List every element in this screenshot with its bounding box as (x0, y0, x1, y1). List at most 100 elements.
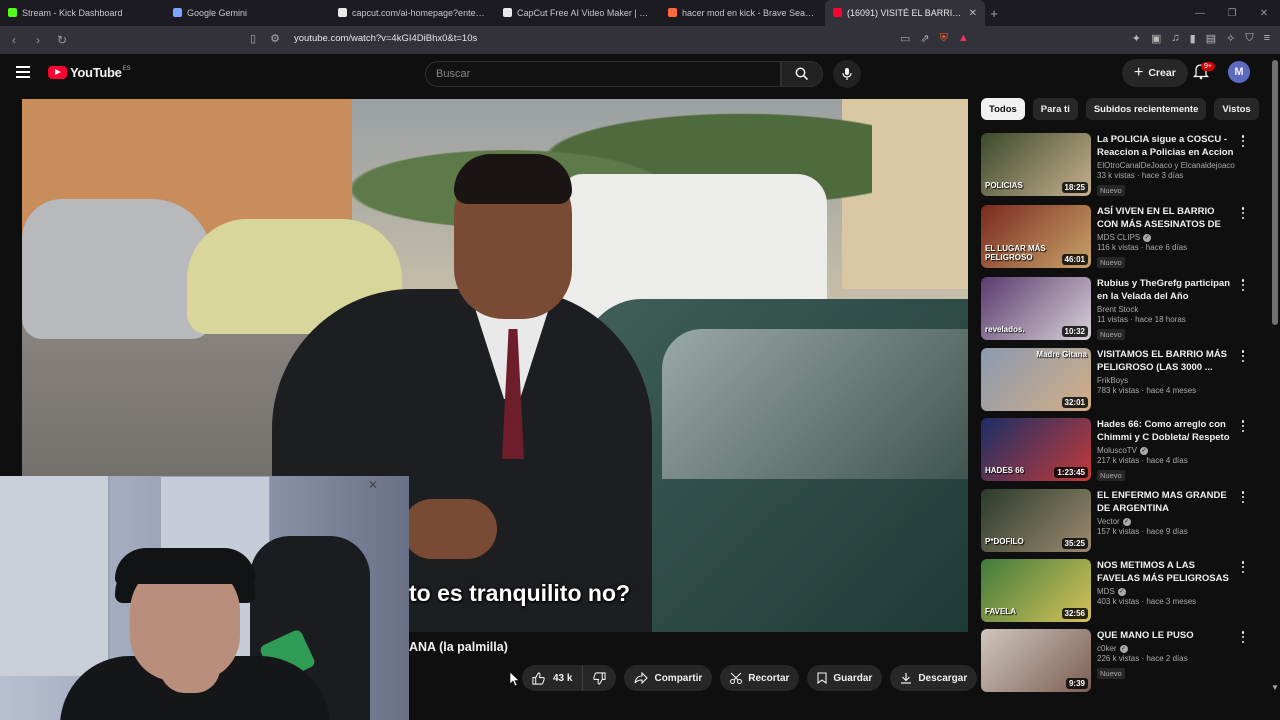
avatar[interactable]: M (1228, 61, 1250, 83)
clip-button[interactable]: Recortar (720, 665, 800, 691)
recommended-video[interactable]: HADES 66 1:23:45 Hades 66: Como arreglo co… (981, 418, 1251, 484)
recommended-video[interactable]: Madre Gitana 32:01 VISITAMOS EL BARRIO MÁS… (981, 348, 1251, 414)
wallet-icon[interactable]: ▤ (1206, 32, 1216, 45)
channel-name[interactable]: c0ker (1097, 644, 1117, 653)
cast-icon[interactable]: ▭ (900, 32, 910, 45)
more-vertical-icon[interactable] (1239, 135, 1247, 147)
more-vertical-icon[interactable] (1239, 561, 1247, 573)
hamburger-menu-icon[interactable] (16, 66, 30, 78)
browser-tab[interactable]: hacer mod en kick - Brave Search (660, 0, 825, 26)
more-vertical-icon[interactable] (1239, 420, 1247, 432)
bookmark-icon[interactable]: ▯ (250, 32, 256, 45)
create-button[interactable]: + Crear (1122, 59, 1188, 87)
video-title[interactable]: VISITAMOS EL BARRIO MÁS PELIGROSO (LAS 3… (1097, 348, 1235, 374)
close-window-icon[interactable]: ✕ (1248, 0, 1280, 26)
mouse-cursor-icon (510, 672, 520, 686)
recommended-video[interactable]: 9:39 QUE MANO LE PUSO c0ker ✓ 226 k vistas ·… (981, 629, 1251, 695)
recommended-video[interactable]: P*DOFILO 35:25 EL ENFERMO MAS GRANDE DE AR… (981, 489, 1251, 555)
search-button[interactable] (781, 61, 823, 87)
new-badge: Nuevo (1097, 470, 1125, 481)
more-vertical-icon[interactable] (1239, 491, 1247, 503)
browser-tab[interactable]: capcut.com/ai-homepage?enter_fro (330, 0, 495, 26)
channel-name[interactable]: Vector (1097, 517, 1120, 526)
new-tab-button[interactable]: + (985, 6, 1003, 21)
share-button[interactable]: Compartir (624, 665, 713, 691)
scroll-down-arrow-icon[interactable]: ▼ (1271, 683, 1279, 692)
video-thumbnail[interactable]: POLICIAS 18:25 (981, 133, 1091, 196)
video-thumbnail[interactable]: EL LUGAR MÁS PELIGROSO 46:01 (981, 205, 1091, 268)
video-title[interactable]: ASÍ VIVEN EN EL BARRIO CON MÁS ASESINATO… (1097, 205, 1235, 231)
music-icon[interactable]: ♫ (1171, 32, 1179, 45)
sidebar-toggle-icon[interactable]: ▮ (1190, 32, 1196, 45)
recommended-video[interactable]: POLICIAS 18:25 La POLICIA sigue a COSCU - … (981, 133, 1251, 199)
browser-tab[interactable]: (16091) VISITÉ EL BARRIO MÁ ✕ (825, 0, 985, 26)
download-label: Descargar (918, 672, 968, 684)
video-title[interactable]: QUE MANO LE PUSO (1097, 629, 1235, 642)
filter-chip[interactable]: Vistos (1214, 98, 1259, 120)
duration-badge: 32:01 (1061, 397, 1088, 408)
extension-icon[interactable]: ✦ (1132, 32, 1141, 45)
channel-name[interactable]: FrikBoys (1097, 376, 1128, 385)
filter-chip[interactable]: Todos (981, 98, 1025, 120)
recommended-video[interactable]: revelados. 10:32 Rubius y TheGrefg partici… (981, 277, 1251, 343)
search-icon (795, 67, 809, 81)
screenshot-icon[interactable]: ▣ (1151, 32, 1161, 45)
leo-ai-icon[interactable]: ✧ (1226, 32, 1235, 45)
browser-tab[interactable]: Google Gemini (165, 0, 330, 26)
url-field[interactable]: youtube.com/watch?v=4kGI4DiBhx0&t=10s (294, 33, 477, 44)
vpn-icon[interactable]: ⛉ (1245, 32, 1253, 45)
recommended-video[interactable]: FAVELA 32:56 NOS METIMOS A LAS FAVELAS MÁS… (981, 559, 1251, 625)
video-thumbnail[interactable]: P*DOFILO 35:25 (981, 489, 1091, 552)
save-button[interactable]: Guardar (807, 665, 883, 691)
video-info: EL ENFERMO MAS GRANDE DE ARGENTINA Vector… (1097, 489, 1235, 536)
duration-badge: 18:25 (1061, 182, 1088, 193)
video-thumbnail[interactable]: FAVELA 32:56 (981, 559, 1091, 622)
search-input[interactable] (436, 62, 780, 86)
channel-name[interactable]: MDS CLIPS (1097, 233, 1140, 242)
brave-shield-icon[interactable]: ⛨ (940, 32, 948, 45)
dislike-button[interactable] (583, 665, 616, 691)
back-icon[interactable]: ‹ (4, 30, 24, 50)
video-title[interactable]: EL ENFERMO MAS GRANDE DE ARGENTINA (1097, 489, 1235, 515)
voice-search-button[interactable] (833, 60, 861, 88)
video-title[interactable]: Hades 66: Como arreglo con Chimmi y C Do… (1097, 418, 1235, 444)
thumbnail-text: POLICIAS (985, 181, 1023, 190)
site-settings-icon[interactable]: ⚙ (270, 32, 280, 45)
share-page-icon[interactable]: ⇗ (920, 32, 929, 45)
forward-icon[interactable]: › (28, 30, 48, 50)
more-vertical-icon[interactable] (1239, 207, 1247, 219)
filter-chip[interactable]: Para ti (1032, 98, 1078, 120)
verified-check-icon: ✓ (1119, 644, 1128, 653)
download-button[interactable]: Descargar (890, 665, 978, 691)
more-vertical-icon[interactable] (1239, 279, 1247, 291)
channel-name[interactable]: MDS (1097, 587, 1115, 596)
video-thumbnail[interactable]: revelados. 10:32 (981, 277, 1091, 340)
brave-rewards-icon[interactable]: ▲ (958, 32, 969, 45)
verified-check-icon: ✓ (1143, 233, 1152, 242)
minimize-icon[interactable]: — (1184, 0, 1216, 26)
video-title[interactable]: Rubius y TheGrefg participan en la Velad… (1097, 277, 1235, 303)
channel-name[interactable]: MoluscoTV (1097, 446, 1137, 455)
video-title[interactable]: NOS METIMOS A LAS FAVELAS MÁS PELIGROSAS… (1097, 559, 1235, 585)
menu-icon[interactable]: ≡ (1264, 32, 1270, 45)
youtube-logo[interactable]: YouTube ES (48, 65, 131, 80)
video-thumbnail[interactable]: Madre Gitana 32:01 (981, 348, 1091, 411)
browser-tab[interactable]: CapCut Free AI Video Maker | Smar (495, 0, 660, 26)
browser-tab[interactable]: Stream - Kick Dashboard (0, 0, 165, 26)
like-button[interactable]: 43 k (522, 665, 584, 691)
tab-title: hacer mod en kick - Brave Search (682, 8, 817, 18)
more-vertical-icon[interactable] (1239, 350, 1247, 362)
reload-icon[interactable]: ↻ (52, 30, 72, 50)
video-thumbnail[interactable]: HADES 66 1:23:45 (981, 418, 1091, 481)
more-vertical-icon[interactable] (1239, 631, 1247, 643)
filter-chip[interactable]: Subidos recientemente (1085, 98, 1207, 120)
channel-name[interactable]: Brent Stock (1097, 305, 1138, 314)
video-title[interactable]: La POLICIA sigue a COSCU - Reaccion a Po… (1097, 133, 1235, 159)
page-scrollbar[interactable] (1272, 60, 1278, 325)
tab-close-icon[interactable]: ✕ (969, 8, 977, 19)
channel-name[interactable]: ElOtroCanalDeJoaco y Elcanaldejoaco (1097, 161, 1235, 170)
video-thumbnail[interactable]: 9:39 (981, 629, 1091, 692)
address-left-icons: ▯ ⚙ (250, 32, 280, 45)
restore-icon[interactable]: ❐ (1216, 0, 1248, 26)
recommended-video[interactable]: EL LUGAR MÁS PELIGROSO 46:01 ASÍ VIVEN EN … (981, 205, 1251, 271)
